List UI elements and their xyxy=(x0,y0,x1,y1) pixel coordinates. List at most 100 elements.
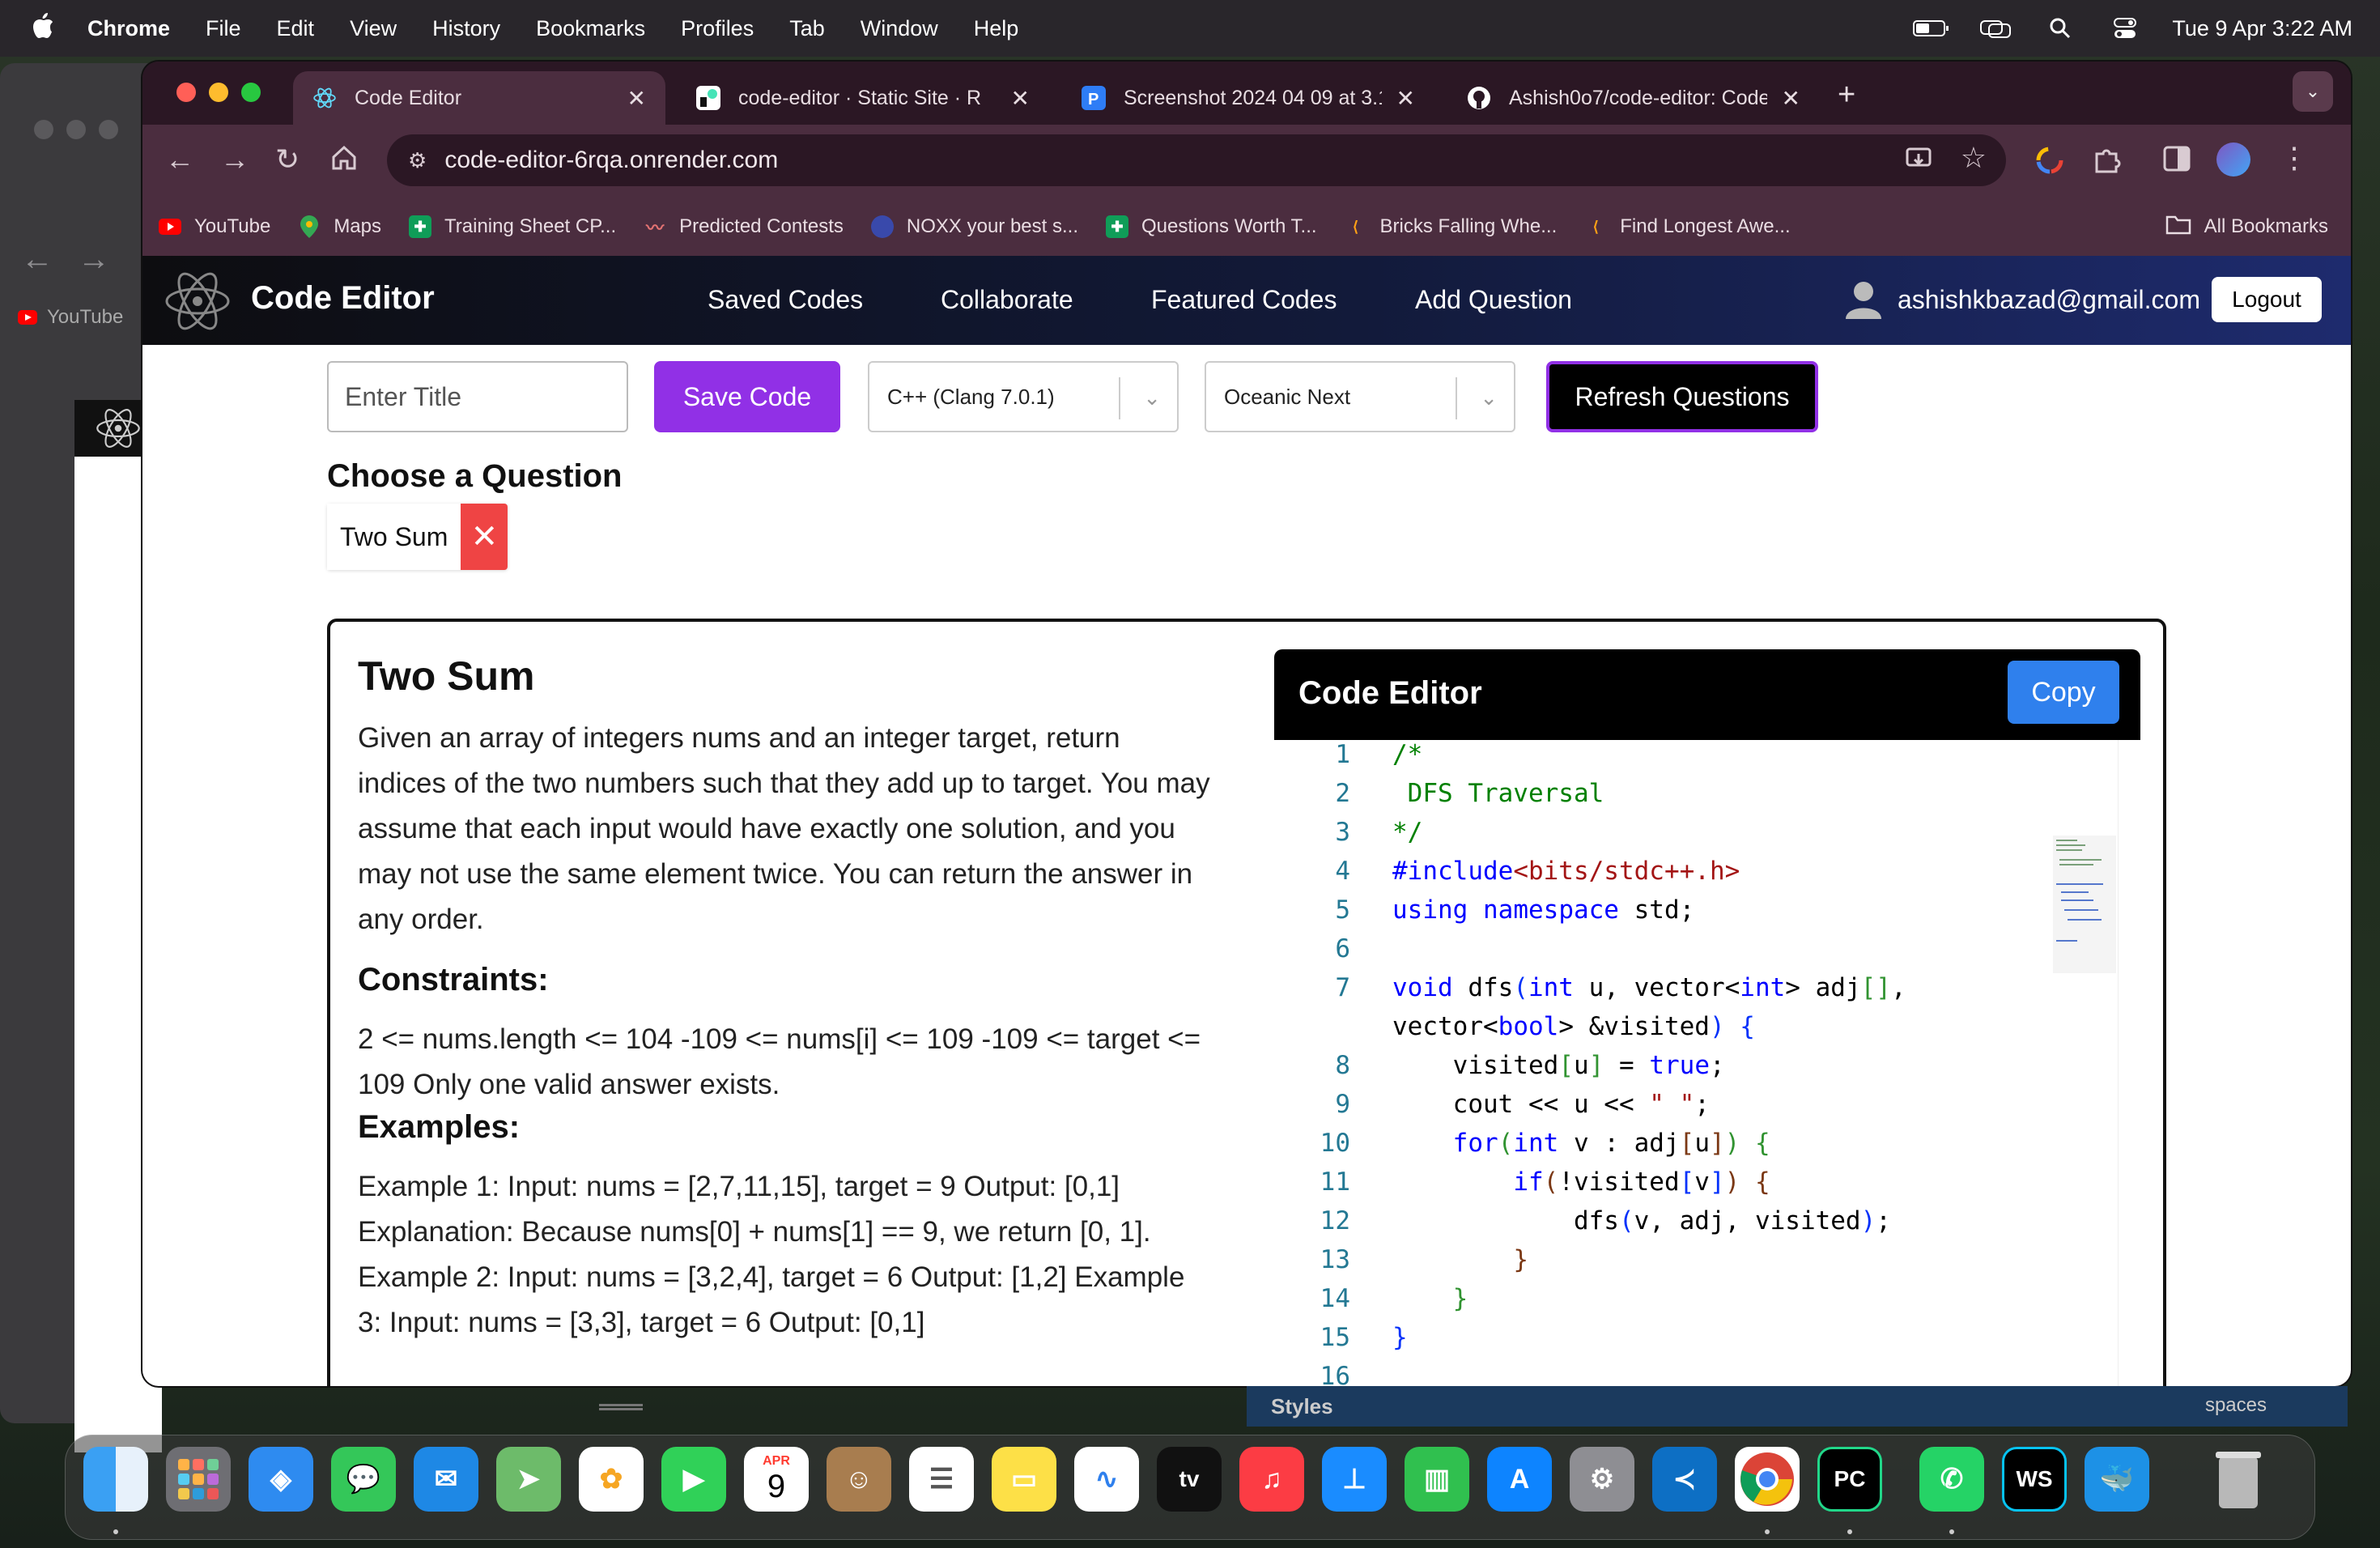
close-tab-icon[interactable]: ✕ xyxy=(1011,85,1030,112)
back-arrow-icon[interactable]: ← xyxy=(165,142,194,176)
screen-mirroring-icon[interactable] xyxy=(1978,18,2013,39)
language-select[interactable]: C++ (Clang 7.0.1) ⌄ xyxy=(868,361,1179,432)
menu-edit[interactable]: Edit xyxy=(277,16,315,41)
window-minimize-button[interactable] xyxy=(209,83,228,102)
apple-icon[interactable] xyxy=(31,12,63,45)
notes-icon[interactable]: ▭ xyxy=(992,1447,1056,1512)
more-menu-icon[interactable]: ⋮ xyxy=(2280,141,2309,175)
whatsapp-icon[interactable]: ✆ xyxy=(1919,1447,1984,1512)
freeform-icon[interactable]: ∿ xyxy=(1074,1447,1139,1512)
menu-help[interactable]: Help xyxy=(974,16,1019,41)
nav-collaborate[interactable]: Collaborate xyxy=(941,285,1073,315)
new-tab-plus-icon[interactable]: + xyxy=(1838,78,1855,113)
nav-add-question[interactable]: Add Question xyxy=(1415,285,1572,315)
bookmark-training-sheet[interactable]: ✚ Training Sheet CP... xyxy=(409,215,616,238)
docker-icon[interactable]: 🐳 xyxy=(2085,1447,2149,1512)
vscode-icon[interactable]: ≺ xyxy=(1652,1447,1717,1512)
app-store-icon[interactable]: A xyxy=(1487,1447,1552,1512)
menu-view[interactable]: View xyxy=(350,16,397,41)
mail-icon[interactable]: ✉ xyxy=(414,1447,478,1512)
copy-button[interactable]: Copy xyxy=(2008,661,2119,724)
music-icon[interactable]: ♫ xyxy=(1239,1447,1304,1512)
window-close-inactive[interactable] xyxy=(34,120,53,139)
menu-app-name[interactable]: Chrome xyxy=(87,16,170,41)
battery-icon[interactable] xyxy=(1913,18,1949,39)
system-settings-gear-icon[interactable]: ⚙ xyxy=(1570,1447,1634,1512)
tab-render-static-site[interactable]: code-editor · Static Site · R ✕ xyxy=(677,71,1049,125)
forward-arrow-icon[interactable]: → xyxy=(78,241,110,278)
search-icon[interactable] xyxy=(2042,18,2078,39)
menubar-clock[interactable]: Tue 9 Apr 3:22 AM xyxy=(2172,16,2352,41)
menu-window[interactable]: Window xyxy=(861,16,938,41)
home-icon[interactable] xyxy=(330,144,358,179)
close-tab-icon[interactable]: ✕ xyxy=(1782,85,1800,112)
nav-saved-codes[interactable]: Saved Codes xyxy=(708,285,863,315)
bookmark-maps[interactable]: Maps xyxy=(298,215,381,238)
window-minimize-inactive[interactable] xyxy=(66,120,86,139)
title-input[interactable]: Enter Title xyxy=(327,361,628,432)
pycharm-icon[interactable]: PC xyxy=(1817,1447,1882,1512)
theme-select[interactable]: Oceanic Next ⌄ xyxy=(1205,361,1515,432)
refresh-questions-button[interactable]: Refresh Questions xyxy=(1546,361,1818,432)
menu-history[interactable]: History xyxy=(432,16,500,41)
bookmark-find-longest[interactable]: ⟨ Find Longest Awe... xyxy=(1584,215,1791,238)
safari-icon[interactable]: ◈ xyxy=(249,1447,313,1512)
bookmark-noxx[interactable]: NOXX your best s... xyxy=(870,215,1078,238)
resize-handle[interactable] xyxy=(599,1404,643,1410)
tab-github-repo[interactable]: Ashish0o7/code-editor: Code ✕ xyxy=(1447,71,1820,125)
app-brand[interactable]: Code Editor xyxy=(251,280,435,317)
close-tab-icon[interactable]: ✕ xyxy=(627,85,646,112)
reload-icon[interactable]: ↻ xyxy=(275,142,300,176)
profile-avatar[interactable] xyxy=(2216,142,2250,176)
close-tab-icon[interactable]: ✕ xyxy=(1396,85,1415,112)
trash-icon[interactable] xyxy=(2206,1447,2271,1512)
facetime-icon[interactable]: ▶ xyxy=(661,1447,726,1512)
all-bookmarks-button[interactable]: All Bookmarks xyxy=(2165,198,2328,256)
address-bar[interactable]: ⚙ code-editor-6rqa.onrender.com ☆ xyxy=(387,134,2006,186)
editor-scrollbar[interactable] xyxy=(2118,740,2140,1386)
menu-tab[interactable]: Tab xyxy=(789,16,825,41)
bookmark-bricks-falling[interactable]: ⟨ Bricks Falling Whe... xyxy=(1345,215,1557,238)
logout-button[interactable]: Logout xyxy=(2212,277,2322,322)
code-minimap[interactable] xyxy=(2053,836,2116,973)
finder-icon[interactable] xyxy=(83,1447,148,1512)
selected-question-label[interactable]: Two Sum xyxy=(327,504,461,570)
webstorm-icon[interactable]: WS xyxy=(2002,1447,2067,1512)
window-close-button[interactable] xyxy=(176,83,196,102)
menu-profiles[interactable]: Profiles xyxy=(681,16,754,41)
launchpad-icon[interactable] xyxy=(166,1447,231,1512)
side-panel-icon[interactable] xyxy=(2163,146,2191,176)
bookmark-star-icon[interactable]: ☆ xyxy=(1961,141,1987,175)
window-zoom-button[interactable] xyxy=(241,83,261,102)
react-logo-icon[interactable] xyxy=(164,267,232,335)
messages-icon[interactable]: 💬 xyxy=(331,1447,396,1512)
remove-question-close-icon[interactable]: ✕ xyxy=(461,504,508,570)
tab-screenshot[interactable]: P Screenshot 2024 04 09 at 3.1 ✕ xyxy=(1062,71,1434,125)
tab-code-editor[interactable]: Code Editor ✕ xyxy=(293,71,665,125)
calendar-icon[interactable]: APR 9 xyxy=(744,1447,809,1512)
forward-arrow-icon[interactable]: → xyxy=(220,142,249,176)
bookmark-youtube[interactable]: YouTube xyxy=(159,215,270,238)
install-app-icon[interactable] xyxy=(1906,146,1933,180)
code-area[interactable]: 1 /* 2 DFS Traversal 3 */ 4 #include<bits/s… xyxy=(1274,740,2116,1386)
nav-featured-codes[interactable]: Featured Codes xyxy=(1151,285,1337,315)
bookmark-predicted-contests[interactable]: 〰 Predicted Contests xyxy=(644,215,844,238)
background-tab-youtube[interactable]: YouTube xyxy=(18,306,123,329)
site-info-icon[interactable]: ⚙ xyxy=(408,148,427,173)
contacts-icon[interactable]: ☺ xyxy=(827,1447,891,1512)
maps-icon[interactable]: ➤ xyxy=(496,1447,561,1512)
photos-icon[interactable]: ✿ xyxy=(579,1447,644,1512)
extension-colorful-icon[interactable] xyxy=(2035,146,2064,179)
reminders-icon[interactable]: ☰ xyxy=(909,1447,974,1512)
url-text[interactable]: code-editor-6rqa.onrender.com xyxy=(444,147,778,174)
menu-file[interactable]: File xyxy=(206,16,241,41)
back-arrow-icon[interactable]: ← xyxy=(21,241,53,278)
window-zoom-inactive[interactable] xyxy=(99,120,118,139)
save-code-button[interactable]: Save Code xyxy=(654,361,840,432)
tv-icon[interactable]: tv xyxy=(1157,1447,1222,1512)
tab-search-chevron-icon[interactable]: ⌄ xyxy=(2293,71,2333,112)
control-center-icon[interactable] xyxy=(2107,18,2143,39)
chrome-icon[interactable] xyxy=(1735,1447,1800,1512)
menu-bookmarks[interactable]: Bookmarks xyxy=(536,16,645,41)
numbers-icon[interactable]: ▥ xyxy=(1405,1447,1469,1512)
